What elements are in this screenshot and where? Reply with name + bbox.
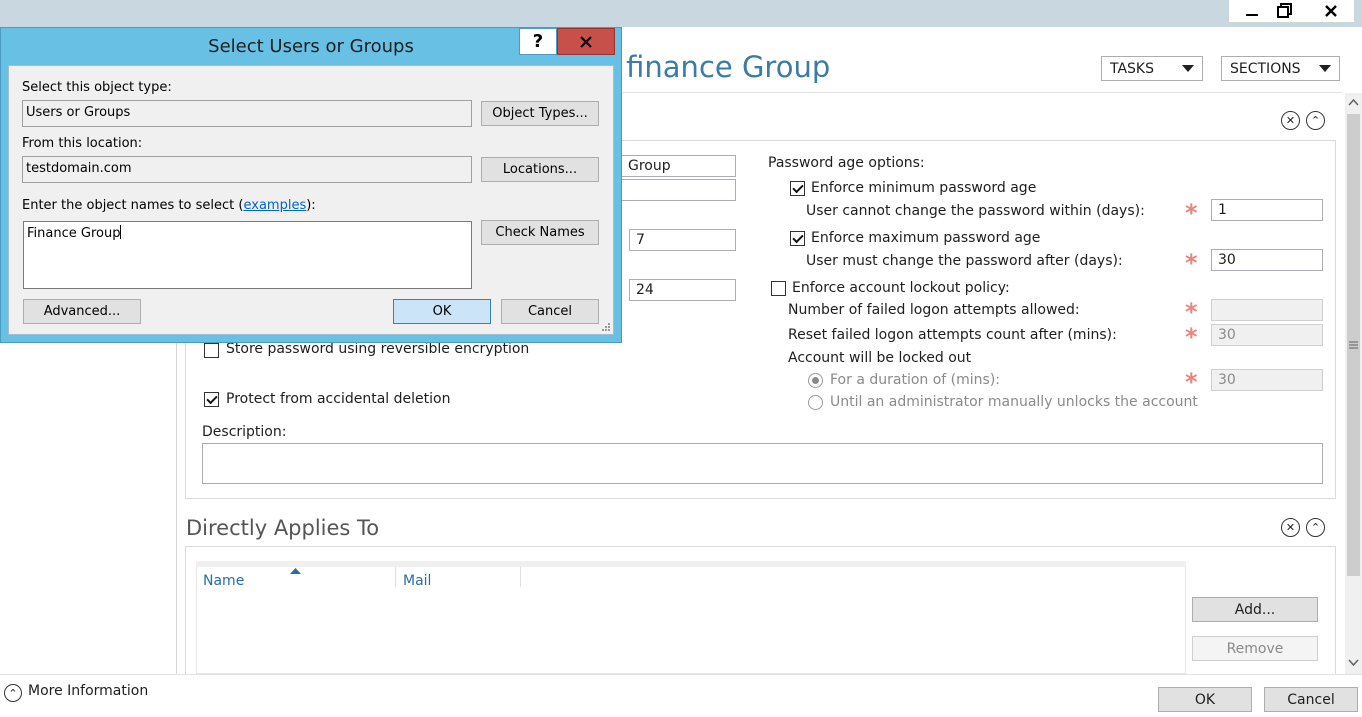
dialog-ok-button[interactable]: OK	[393, 299, 491, 324]
group-name-field[interactable]: Group	[621, 155, 736, 177]
duration-radio[interactable]	[808, 373, 823, 388]
remove-button[interactable]: Remove	[1192, 636, 1318, 661]
tasks-label: TASKS	[1110, 60, 1154, 77]
dialog-cancel-button[interactable]: Cancel	[501, 299, 599, 324]
expand-more-icon[interactable]: ⌃	[4, 684, 22, 702]
max-days-field[interactable]: 30	[1211, 249, 1323, 271]
sections-button[interactable]: SECTIONS	[1221, 56, 1340, 81]
select-users-dialog: Select Users or Groups ? Select this obj…	[0, 27, 622, 343]
protect-deletion-label: Protect from accidental deletion	[226, 391, 451, 407]
applies-to-title: Directly Applies To	[186, 516, 380, 540]
lockout-checkbox[interactable]	[771, 281, 786, 296]
reset-count-label: Reset failed logon attempts count after …	[788, 327, 1117, 343]
cancel-button[interactable]: Cancel	[1264, 687, 1358, 712]
until-admin-label: Until an administrator manually unlocks …	[830, 394, 1198, 410]
locations-button[interactable]: Locations...	[481, 157, 599, 182]
dialog-body: Select this object type: Users or Groups…	[8, 65, 614, 335]
applies-list[interactable]	[196, 567, 1186, 674]
required-star: *	[1185, 249, 1198, 277]
tasks-button[interactable]: TASKS	[1101, 56, 1203, 81]
object-names-input[interactable]: Finance Group	[23, 221, 472, 289]
description-label: Description:	[202, 424, 287, 440]
window-titlebar	[0, 0, 1362, 27]
store-reversible-checkbox[interactable]	[204, 343, 219, 358]
enforce-min-label: Enforce minimum password age	[811, 180, 1037, 196]
location-field: testdomain.com	[22, 156, 472, 183]
sort-ascending-icon	[290, 568, 301, 574]
object-type-label: Select this object type:	[22, 80, 172, 95]
duration-field[interactable]: 30	[1211, 369, 1323, 391]
column-divider	[520, 567, 521, 587]
failed-attempts-label: Number of failed logon attempts allowed:	[788, 302, 1080, 318]
advanced-button[interactable]: Advanced...	[23, 299, 141, 324]
history-field[interactable]: 24	[629, 279, 736, 301]
page-title: r finance Group	[605, 50, 831, 84]
chevron-down-icon	[1182, 65, 1194, 72]
resize-grip-icon[interactable]	[601, 322, 611, 332]
enter-names-label: Enter the object names to select (exampl…	[22, 198, 316, 213]
collapse-section-icon[interactable]: ⌃	[1306, 518, 1325, 537]
enter-names-prefix: Enter the object names to select (	[22, 198, 244, 213]
ok-button[interactable]: OK	[1158, 687, 1252, 712]
restore-button[interactable]	[1262, 0, 1308, 22]
min-days-field[interactable]: 1	[1211, 199, 1323, 221]
object-type-field: Users or Groups	[22, 100, 472, 127]
scroll-up-icon[interactable]	[1348, 98, 1359, 106]
store-reversible-label: Store password using reversible encrypti…	[226, 341, 530, 357]
enforce-max-label: Enforce maximum password age	[811, 230, 1041, 246]
enforce-min-checkbox[interactable]	[790, 181, 805, 196]
close-icon	[1325, 5, 1337, 17]
chevron-down-icon	[1319, 65, 1331, 72]
dialog-close-button[interactable]	[557, 28, 615, 55]
precedence-field[interactable]	[621, 179, 736, 201]
object-types-button[interactable]: Object Types...	[481, 101, 599, 126]
required-star: *	[1185, 199, 1198, 227]
lockout-label: Enforce account lockout policy:	[792, 280, 1010, 296]
until-admin-radio[interactable]	[808, 395, 823, 410]
collapse-section-icon[interactable]: ⌃	[1306, 111, 1325, 130]
locked-out-label: Account will be locked out	[788, 350, 972, 366]
min-days-label: User cannot change the password within (…	[806, 203, 1145, 219]
min-length-field[interactable]: 7	[629, 229, 736, 251]
text-cursor	[120, 225, 122, 239]
duration-label: For a duration of (mins):	[830, 372, 1000, 388]
grip-icon	[1349, 341, 1358, 349]
close-section-icon[interactable]: ✕	[1281, 518, 1300, 537]
age-options-label: Password age options:	[768, 155, 925, 171]
reset-count-field[interactable]: 30	[1211, 324, 1323, 346]
required-star: *	[1185, 323, 1198, 351]
max-days-label: User must change the password after (day…	[806, 253, 1123, 269]
close-section-icon[interactable]: ✕	[1281, 111, 1300, 130]
object-names-value: Finance Group	[27, 226, 121, 241]
failed-attempts-field[interactable]	[1211, 299, 1323, 321]
protect-deletion-checkbox[interactable]	[204, 392, 219, 407]
examples-link[interactable]: examples	[243, 198, 306, 213]
column-header-name[interactable]: Name	[203, 573, 244, 589]
help-button[interactable]: ?	[519, 28, 557, 55]
required-star: *	[1185, 368, 1198, 396]
column-divider	[395, 567, 396, 587]
scroll-down-icon[interactable]	[1348, 659, 1359, 667]
check-names-button[interactable]: Check Names	[481, 220, 599, 245]
sections-label: SECTIONS	[1230, 60, 1301, 77]
enforce-max-checkbox[interactable]	[790, 231, 805, 246]
more-information-link[interactable]: More Information	[28, 683, 148, 699]
help-icon: ?	[532, 31, 544, 52]
required-star: *	[1185, 298, 1198, 326]
location-label: From this location:	[22, 136, 143, 151]
restore-icon	[1277, 3, 1292, 18]
close-icon	[580, 35, 592, 48]
column-header-mail[interactable]: Mail	[403, 573, 431, 589]
description-field[interactable]	[202, 443, 1323, 484]
close-button[interactable]	[1308, 0, 1354, 22]
minimize-icon	[1246, 14, 1258, 16]
add-button[interactable]: Add...	[1192, 597, 1318, 622]
enter-names-suffix: ):	[306, 198, 316, 213]
